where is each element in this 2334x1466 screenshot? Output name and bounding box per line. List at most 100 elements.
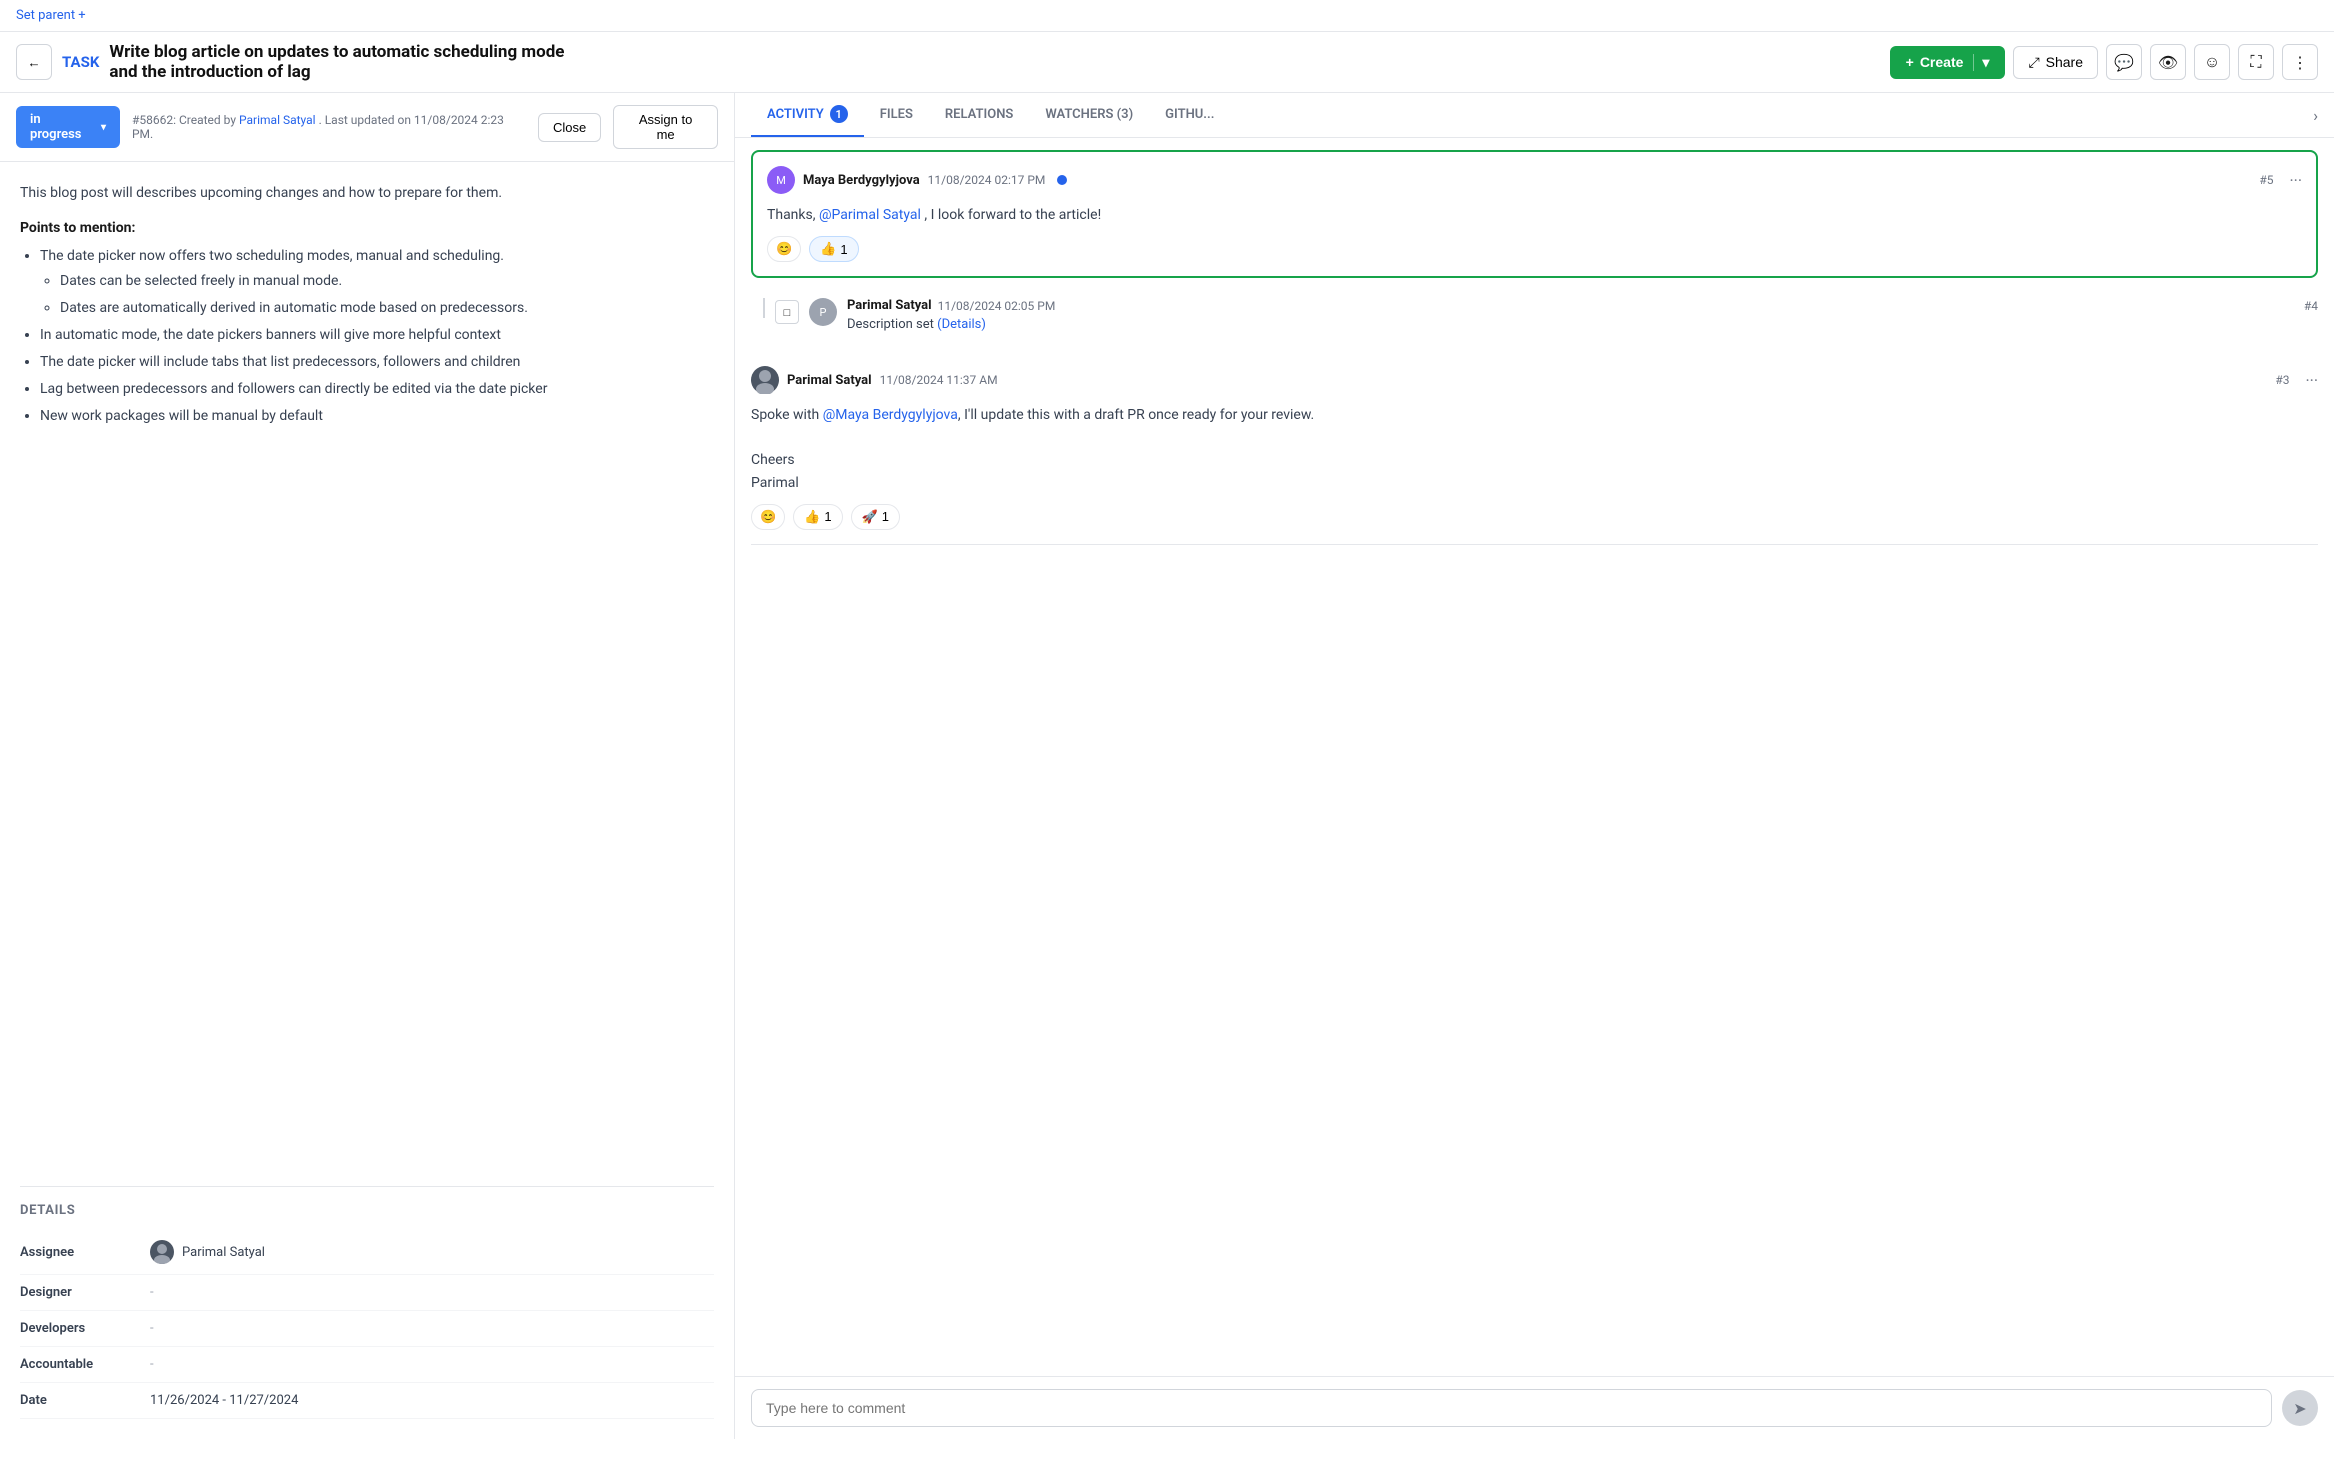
designer-value: - — [150, 1285, 154, 1300]
author-link[interactable]: Parimal Satyal — [239, 113, 316, 127]
list-item: The date picker will include tabs that l… — [40, 352, 714, 373]
tab-watchers-label: WATCHERS (3) — [1045, 107, 1133, 122]
comment-icon-button[interactable]: 💬 — [2106, 44, 2142, 80]
status-bar: in progress ▾ #58662: Created by Parimal… — [0, 93, 734, 162]
activity-content-4: Parimal Satyal 11/08/2024 02:05 PM #4 De… — [847, 298, 2318, 332]
header-actions: + Create ▾ ⤢ Share 💬 👁 ☺ ⛶ ⋮ — [1890, 44, 2318, 80]
comment-body-3: Spoke with @Maya Berdygylyjova, I'll upd… — [751, 404, 2318, 494]
comment-menu-5[interactable]: ··· — [2289, 171, 2302, 190]
activity-author-4: Parimal Satyal — [847, 298, 932, 313]
tab-github[interactable]: GITHU... — [1149, 95, 1230, 136]
thumbsup-reaction-3[interactable]: 👍 1 — [793, 504, 842, 530]
mention-link[interactable]: @Parimal Satyal — [819, 207, 921, 223]
thumbsup-reaction[interactable]: 👍 1 — [809, 236, 858, 262]
create-button[interactable]: + Create ▾ — [1890, 46, 2006, 79]
tab-activity[interactable]: ACTIVITY 1 — [751, 93, 864, 137]
avatar: P — [809, 298, 837, 326]
thumbsup-emoji: 👍 — [804, 509, 820, 525]
content-area: This blog post will describes upcoming c… — [0, 162, 734, 1186]
status-badge[interactable]: in progress ▾ — [16, 106, 120, 148]
activity-badge: 1 — [830, 105, 848, 123]
tab-relations[interactable]: RELATIONS — [929, 95, 1029, 136]
details-section: DETAILS Assignee Parimal Satyal Designer… — [0, 1186, 734, 1439]
tabs-more-icon[interactable]: › — [2305, 94, 2318, 137]
add-reaction-button[interactable]: 😊 — [767, 236, 801, 262]
avatar: M — [767, 166, 795, 194]
activity-time-4: 11/08/2024 02:05 PM — [938, 299, 1056, 313]
activity-meta-4: Parimal Satyal 11/08/2024 02:05 PM #4 — [847, 298, 2318, 313]
set-parent-link[interactable]: Set parent + — [16, 8, 86, 23]
share-label: Share — [2046, 54, 2083, 70]
comment-author-5: Maya Berdygylyjova — [803, 173, 920, 188]
task-meta: #58662: Created by Parimal Satyal . Last… — [132, 113, 526, 141]
comment-header-3: Parimal Satyal 11/08/2024 11:37 AM #3 ··… — [751, 366, 2318, 394]
top-bar: Set parent + — [0, 0, 2334, 32]
date-value: 11/26/2024 - 11/27/2024 — [150, 1393, 298, 1408]
thumbsup-emoji: 👍 — [820, 241, 836, 257]
tab-github-label: GITHU... — [1165, 107, 1214, 122]
designer-label: Designer — [20, 1285, 150, 1300]
list-item: The date picker now offers two schedulin… — [40, 246, 714, 319]
fullscreen-button[interactable]: ⛶ — [2238, 44, 2274, 80]
detail-row-developers: Developers - — [20, 1311, 714, 1347]
chevron-down-icon: ▾ — [1973, 54, 1989, 71]
list-item: New work packages will be manual by defa… — [40, 406, 714, 427]
status-label: in progress — [30, 112, 95, 142]
share-button[interactable]: ⤢ Share — [2013, 46, 2098, 79]
assignee-name: Parimal Satyal — [182, 1245, 265, 1260]
tab-files-label: FILES — [880, 107, 913, 122]
details-link[interactable]: (Details) — [937, 317, 986, 332]
date-label: Date — [20, 1393, 150, 1408]
activity-item-4: □ P Parimal Satyal 11/08/2024 02:05 PM #… — [751, 290, 2318, 340]
tab-watchers[interactable]: WATCHERS (3) — [1029, 95, 1149, 136]
comment-body-5: Thanks, @Parimal Satyal , I look forward… — [767, 204, 2302, 226]
send-icon: ➤ — [2293, 1399, 2306, 1418]
bullet-list: The date picker now offers two schedulin… — [20, 246, 714, 427]
assign-to-me-button[interactable]: Assign to me — [613, 105, 718, 149]
comment-input[interactable] — [751, 1389, 2272, 1427]
activity-text-4: Description set (Details) — [847, 317, 2318, 332]
tab-files[interactable]: FILES — [864, 95, 929, 136]
left-panel: in progress ▾ #58662: Created by Parimal… — [0, 93, 735, 1439]
more-button[interactable]: ⋮ — [2282, 44, 2318, 80]
comment-author-3: Parimal Satyal — [787, 373, 872, 388]
more-icon: ⋮ — [2292, 53, 2308, 72]
add-reaction-button[interactable]: 😊 — [751, 504, 785, 530]
activity-icon-4: □ — [775, 300, 799, 324]
back-button[interactable]: ← — [16, 44, 52, 80]
tab-relations-label: RELATIONS — [945, 107, 1013, 122]
watch-button[interactable]: 👁 — [2150, 44, 2186, 80]
unread-indicator — [1057, 175, 1067, 185]
list-item: Dates are automatically derived in autom… — [60, 298, 714, 319]
comment-number-5: #5 — [2259, 173, 2273, 187]
create-label: Create — [1920, 54, 1964, 70]
close-button[interactable]: Close — [538, 113, 601, 142]
points-title: Points to mention: — [20, 220, 714, 236]
developers-label: Developers — [20, 1321, 150, 1336]
rocket-count: 1 — [882, 509, 889, 524]
comment-icon: 💬 — [2114, 53, 2134, 72]
fullscreen-icon: ⛶ — [2250, 52, 2261, 72]
detail-row-date: Date 11/26/2024 - 11/27/2024 — [20, 1383, 714, 1419]
detail-row-accountable: Accountable - — [20, 1347, 714, 1383]
description-intro: This blog post will describes upcoming c… — [20, 182, 714, 204]
send-comment-button[interactable]: ➤ — [2282, 1390, 2318, 1426]
tabs-row: ACTIVITY 1 FILES RELATIONS WATCHERS (3) … — [735, 93, 2334, 138]
comment-card-5: M Maya Berdygylyjova 11/08/2024 02:17 PM… — [751, 150, 2318, 278]
right-panel: ACTIVITY 1 FILES RELATIONS WATCHERS (3) … — [735, 93, 2334, 1439]
status-caret-icon: ▾ — [101, 122, 106, 133]
assignee-label: Assignee — [20, 1245, 150, 1260]
details-title: DETAILS — [20, 1186, 714, 1218]
page-title: Write blog article on updates to automat… — [109, 42, 564, 82]
list-item: In automatic mode, the date pickers bann… — [40, 325, 714, 346]
rocket-reaction-3[interactable]: 🚀 1 — [851, 504, 900, 530]
activity-number-4: #4 — [2304, 299, 2318, 313]
comment-card-3: Parimal Satyal 11/08/2024 11:37 AM #3 ··… — [751, 352, 2318, 545]
mention-link[interactable]: @Maya Berdygylyjova — [823, 407, 958, 423]
main-layout: in progress ▾ #58662: Created by Parimal… — [0, 93, 2334, 1439]
avatar — [150, 1240, 174, 1264]
face-button[interactable]: ☺ — [2194, 44, 2230, 80]
avatar — [751, 366, 779, 394]
comment-number-3: #3 — [2275, 373, 2289, 387]
comment-menu-3[interactable]: ··· — [2305, 371, 2318, 390]
